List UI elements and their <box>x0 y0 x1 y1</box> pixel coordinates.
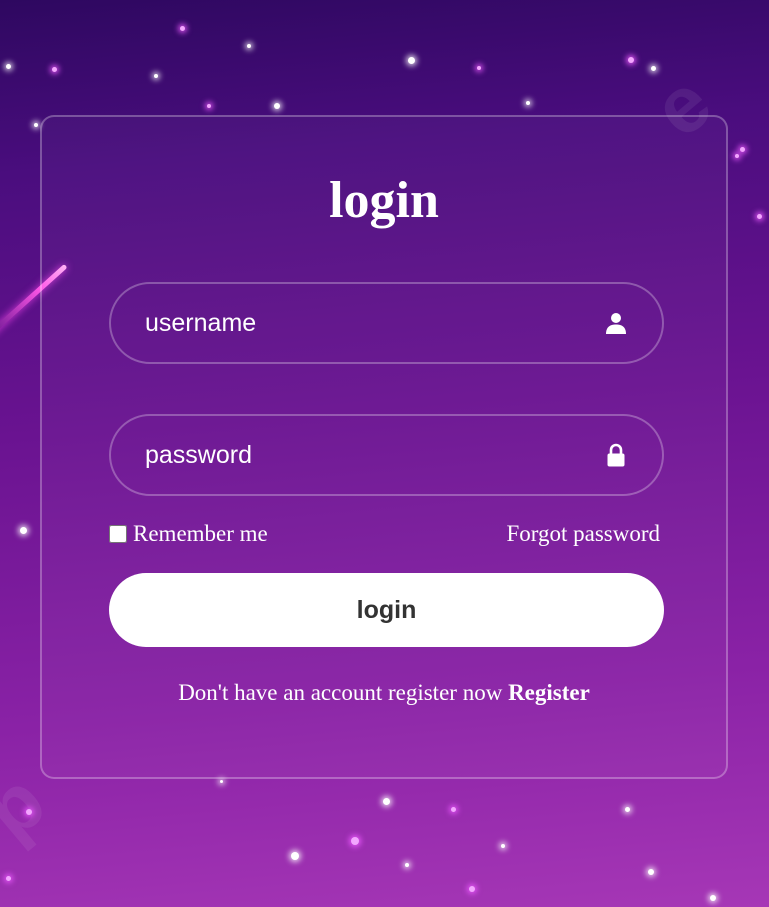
user-icon <box>606 313 626 334</box>
star-decoration <box>625 807 630 812</box>
star-decoration <box>710 895 716 901</box>
star-decoration <box>154 74 158 78</box>
star-decoration <box>34 123 38 127</box>
star-decoration <box>291 852 299 860</box>
star-decoration <box>6 64 11 69</box>
star-decoration <box>526 101 530 105</box>
forgot-password-link[interactable]: Forgot password <box>506 520 660 548</box>
star-decoration <box>207 104 211 108</box>
star-decoration <box>180 26 185 31</box>
star-decoration <box>648 869 654 875</box>
star-decoration <box>651 66 656 71</box>
star-decoration <box>405 863 409 867</box>
register-link[interactable]: Register <box>508 680 590 705</box>
username-input[interactable] <box>145 284 585 362</box>
login-button[interactable]: login <box>109 573 664 647</box>
star-decoration <box>740 147 745 152</box>
star-decoration <box>52 67 57 72</box>
star-decoration <box>735 154 739 158</box>
password-input[interactable] <box>145 416 585 494</box>
star-decoration <box>408 57 415 64</box>
login-card: login Remember me Forgot password login … <box>40 115 728 779</box>
star-decoration <box>220 780 223 783</box>
register-prompt-text: Don't have an account register now <box>178 680 503 705</box>
star-decoration <box>20 527 27 534</box>
star-decoration <box>501 844 505 848</box>
star-decoration <box>351 837 359 845</box>
remember-me[interactable]: Remember me <box>109 520 268 548</box>
star-decoration <box>6 876 11 881</box>
star-decoration <box>247 44 251 48</box>
star-decoration <box>26 809 32 815</box>
remember-label: Remember me <box>133 521 268 546</box>
password-field <box>109 414 664 496</box>
login-title: login <box>329 172 439 229</box>
star-decoration <box>451 807 456 812</box>
lock-icon <box>607 443 625 467</box>
star-decoration <box>383 798 390 805</box>
star-decoration <box>274 103 280 109</box>
star-decoration <box>757 214 762 219</box>
star-decoration <box>628 57 634 63</box>
star-decoration <box>469 886 475 892</box>
star-decoration <box>477 66 481 70</box>
remember-checkbox[interactable] <box>109 525 127 543</box>
register-prompt: Don't have an account register now Regis… <box>42 679 726 707</box>
username-field <box>109 282 664 364</box>
